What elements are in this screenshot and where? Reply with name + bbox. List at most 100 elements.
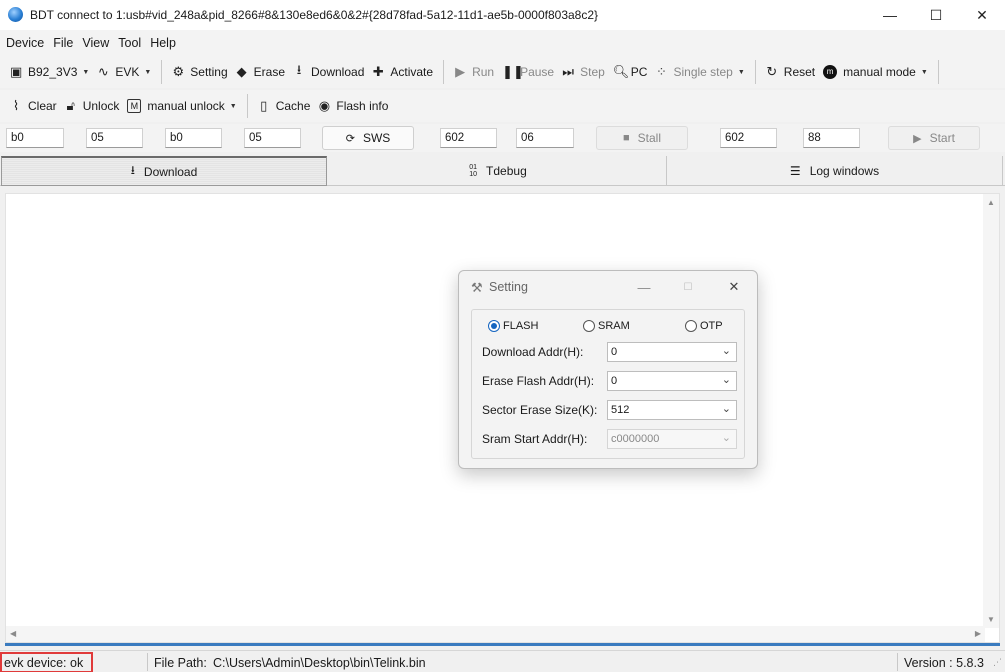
list-icon: ☰ xyxy=(789,164,801,178)
param-field-2[interactable]: 05 xyxy=(86,128,143,148)
unlock-label: Unlock xyxy=(82,99,120,113)
chevron-down-icon: ▼ xyxy=(737,68,745,76)
radio-sram[interactable]: SRAM xyxy=(583,320,630,332)
download-button[interactable]: ⭳ Download xyxy=(289,59,368,85)
dialog-minimize-button[interactable]: — xyxy=(624,277,664,297)
manual-unlock-label: manual unlock xyxy=(147,99,225,113)
chevron-down-icon: ⌄ xyxy=(721,432,731,444)
param-field-7[interactable]: 602 xyxy=(720,128,777,148)
flash-info-button[interactable]: ◉ Flash info xyxy=(314,93,392,119)
resize-grip-icon[interactable]: ⋰ xyxy=(993,653,1002,672)
chip-select-dropdown[interactable]: ▣ B92_3V3 ▼ xyxy=(6,59,93,85)
unlock-icon: 🔓︎ xyxy=(66,98,75,113)
param-field-4[interactable]: 05 xyxy=(244,128,301,148)
param-field-5[interactable]: 602 xyxy=(440,128,497,148)
sector-size-value: 512 xyxy=(611,404,630,416)
erase-label: Erase xyxy=(253,65,285,79)
tab-download[interactable]: ⭳ Download xyxy=(1,156,327,186)
horizontal-scrollbar[interactable]: ◀ ▶ xyxy=(6,626,985,642)
param-field-3[interactable]: b0 xyxy=(165,128,222,148)
mode-icon: m xyxy=(823,65,838,79)
search-icon: 🔍︎ xyxy=(612,64,630,79)
scroll-right-icon[interactable]: ▶ xyxy=(975,629,981,638)
sram-addr-combo[interactable]: c0000000 ⌄ xyxy=(607,429,737,449)
unlock-button[interactable]: 🔓︎ Unlock xyxy=(61,93,124,119)
chevron-down-icon: ⌄ xyxy=(721,374,731,386)
menu-device[interactable]: Device xyxy=(6,36,44,50)
sws-button[interactable]: ⟳ SWS xyxy=(322,126,414,150)
activate-button[interactable]: ✚ Activate xyxy=(368,59,437,85)
chevron-down-icon: ▼ xyxy=(82,68,90,76)
cache-label: Cache xyxy=(275,99,311,113)
evk-dropdown[interactable]: ∿ EVK ▼ xyxy=(93,59,155,85)
flash-info-label: Flash info xyxy=(336,99,389,113)
toolbar-divider xyxy=(246,94,248,118)
tab-tdebug[interactable]: 01 10 Tdebug xyxy=(330,156,667,186)
toolbar-divider xyxy=(937,60,939,84)
eye-icon: ◉ xyxy=(318,98,331,113)
param-field-1[interactable]: b0 xyxy=(6,128,64,148)
vertical-scrollbar[interactable]: ▲ ▼ xyxy=(983,194,999,628)
pause-label: Pause xyxy=(520,65,555,79)
menu-file[interactable]: File xyxy=(53,36,73,50)
setting-button[interactable]: ⚙ Setting xyxy=(168,59,231,85)
reset-button[interactable]: ↻ Reset xyxy=(762,59,819,85)
mode-dropdown[interactable]: m manual mode ▼ xyxy=(819,59,932,85)
sws-label: SWS xyxy=(362,131,391,145)
menu-view[interactable]: View xyxy=(82,36,109,50)
radio-unselected-icon xyxy=(583,320,595,332)
radio-sram-label: SRAM xyxy=(598,320,630,332)
cache-button[interactable]: ▯ Cache xyxy=(254,93,315,119)
erase-button[interactable]: ◆ Erase xyxy=(232,59,289,85)
erase-addr-combo[interactable]: 0 ⌄ xyxy=(607,371,737,391)
step-button[interactable]: ⏭ Step xyxy=(558,59,609,85)
device-status: evk device: ok xyxy=(0,652,93,672)
pause-icon: ❚❚ xyxy=(502,64,524,79)
chevron-down-icon: ▼ xyxy=(229,102,237,110)
single-step-dropdown[interactable]: ⁘ Single step ▼ xyxy=(651,59,748,85)
start-button[interactable]: ▶ Start xyxy=(888,126,980,150)
menu-help[interactable]: Help xyxy=(150,36,176,50)
tab-download-label: Download xyxy=(143,164,198,179)
download-icon: ⭳ xyxy=(130,163,135,177)
play-icon: ▶ xyxy=(913,132,922,145)
single-step-label: Single step xyxy=(673,65,733,79)
stall-button[interactable]: ■ Stall xyxy=(596,126,688,150)
radio-flash[interactable]: FLASH xyxy=(488,320,538,332)
scroll-down-icon[interactable]: ▼ xyxy=(987,615,995,624)
chip-icon: ▣ xyxy=(10,64,23,79)
radio-selected-icon xyxy=(488,320,500,332)
minimize-button[interactable]: — xyxy=(867,0,913,30)
radio-otp[interactable]: OTP xyxy=(685,320,723,332)
refresh-icon: ↻ xyxy=(766,64,778,79)
scroll-left-icon[interactable]: ◀ xyxy=(10,629,16,638)
maximize-button[interactable]: ☐ xyxy=(913,0,959,30)
scroll-up-icon[interactable]: ▲ xyxy=(987,198,995,207)
pc-button[interactable]: 🔍︎ PC xyxy=(609,59,652,85)
sync-icon: ⟳ xyxy=(345,132,355,145)
param-field-8[interactable]: 88 xyxy=(803,128,860,148)
menu-tool[interactable]: Tool xyxy=(118,36,141,50)
dialog-close-button[interactable]: ✕ xyxy=(714,277,754,297)
file-path-label: File Path: xyxy=(154,655,207,670)
param-field-6[interactable]: 06 xyxy=(516,128,574,148)
close-button[interactable]: ✕ xyxy=(959,0,1005,30)
erase-addr-value: 0 xyxy=(611,375,618,387)
version-label: Version : 5.8.3 xyxy=(904,655,984,670)
tab-log-windows[interactable]: ☰ Log windows xyxy=(667,156,1003,186)
run-button[interactable]: ▶ Run xyxy=(450,59,498,85)
reset-label: Reset xyxy=(783,65,816,79)
mode-label: manual mode xyxy=(843,65,916,79)
stop-icon: ■ xyxy=(623,132,630,144)
tools-icon: ⚒ xyxy=(471,280,483,295)
pause-button[interactable]: ❚❚ Pause xyxy=(498,59,558,85)
download-label: Download xyxy=(311,65,365,79)
document-icon: ▯ xyxy=(260,98,268,113)
manual-unlock-dropdown[interactable]: M manual unlock ▼ xyxy=(123,93,240,119)
parameter-row: b0 05 b0 05 ⟳ SWS 602 06 ■ Stall 602 88 … xyxy=(0,124,1005,152)
download-addr-combo[interactable]: 0 ⌄ xyxy=(607,342,737,362)
dialog-maximize-button[interactable]: ☐ xyxy=(668,277,708,297)
footsteps-icon: ⁘ xyxy=(656,64,667,79)
clear-button[interactable]: ⌇ Clear xyxy=(6,93,61,119)
sector-size-combo[interactable]: 512 ⌄ xyxy=(607,400,737,420)
